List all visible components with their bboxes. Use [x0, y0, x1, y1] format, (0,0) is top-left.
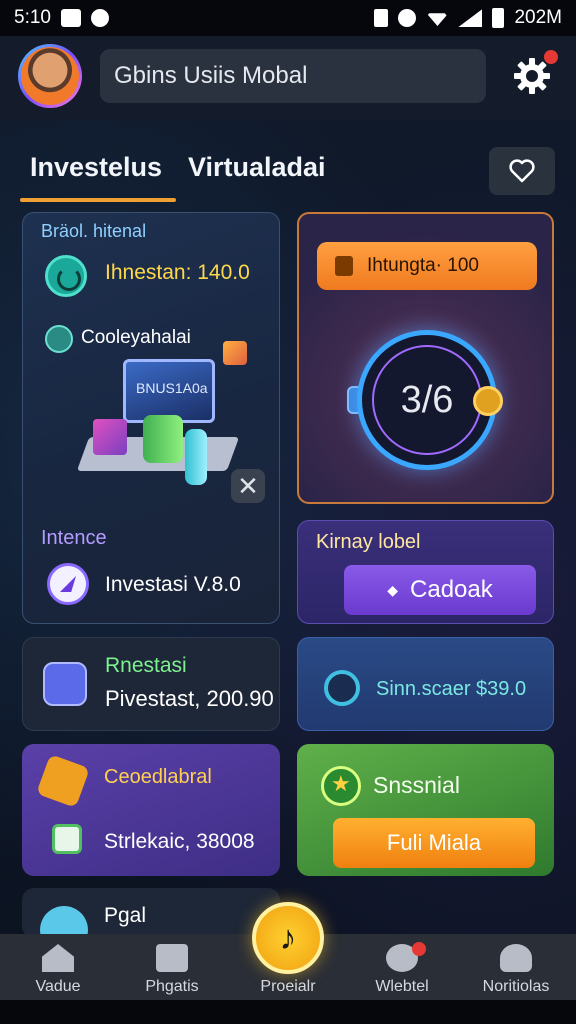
nav-profile[interactable]: Noritiolas	[466, 940, 566, 998]
status-right-text: 202M	[514, 7, 562, 28]
full-mode-button-label: Fuli Miala	[386, 830, 482, 855]
tab-virtualadai[interactable]: Virtualadai	[188, 152, 326, 183]
nav-profile-label: Noritiolas	[482, 978, 550, 995]
gamepad-icon	[156, 944, 188, 972]
cadoak-button-label: Cadoak	[410, 576, 493, 603]
progress-card[interactable]: Ihtungta· 100 3/6	[297, 212, 554, 504]
full-mode-button[interactable]: Fuli Miala	[333, 818, 535, 868]
status-time: 5:10	[14, 7, 51, 28]
heart-icon	[509, 159, 535, 183]
nav-messages-label: Wlebtel	[375, 978, 429, 995]
investment-card-main[interactable]: Bräol. hitenal Ihnestan: 140.0 Cooleyaha…	[22, 212, 280, 624]
database-icon	[143, 415, 183, 463]
unlock-pill-button[interactable]: Ihtungta· 100	[317, 242, 537, 290]
battery-icon	[492, 8, 505, 28]
card-d-value: Pivestast, 200.90	[105, 686, 274, 711]
home-icon	[42, 944, 74, 972]
cog-icon	[45, 325, 73, 353]
card-a-title: Bräol. hitenal	[41, 221, 147, 241]
card-c-title: Kirnay lobel	[316, 531, 421, 553]
plus-icon: ◆	[387, 581, 399, 598]
header-title: Gbins Usiis Mobal	[114, 62, 308, 89]
nav-games-label: Phgatis	[145, 978, 199, 995]
card-h-title: Pgal	[104, 904, 147, 927]
strategy-card[interactable]: Ceoedlabral Strlekaic, 38008	[22, 744, 280, 876]
edit-icon	[52, 824, 82, 854]
header-title-field[interactable]: Gbins Usiis Mobal	[100, 49, 486, 103]
app-header: Gbins Usiis Mobal	[0, 36, 576, 120]
card-f-value: Strlekaic, 38008	[104, 830, 255, 853]
user-icon	[500, 944, 532, 972]
wallet-icon	[43, 662, 87, 706]
special-card: Snssnial Fuli Miala	[297, 744, 554, 876]
settings-button[interactable]	[512, 50, 558, 96]
sim-icon	[374, 9, 389, 27]
cadoak-button[interactable]: ◆ Cadoak	[344, 565, 536, 615]
hotspot-icon	[398, 9, 417, 27]
progress-ring-inner	[372, 345, 482, 455]
record-icon	[90, 9, 109, 27]
puzzle-icon	[36, 754, 90, 808]
avatar[interactable]	[18, 44, 82, 108]
system-nav-bar	[0, 1000, 576, 1024]
wifi-icon	[426, 13, 449, 26]
box-icon	[93, 419, 127, 455]
music-note-icon: ♪	[279, 918, 297, 957]
star-icon	[321, 766, 361, 806]
active-tab-indicator	[20, 198, 176, 202]
nav-games[interactable]: Phgatis	[122, 940, 222, 998]
status-bar: 5:10 202M	[0, 0, 576, 36]
unlock-pill-label: Ihtungta· 100	[367, 255, 479, 276]
card-e-value: Sinn.scaer $39.0	[376, 678, 527, 700]
card-a-label: Cooleyahalai	[81, 327, 191, 348]
nav-messages[interactable]: Wlebtel	[352, 940, 452, 998]
settings-notification-dot	[544, 50, 558, 64]
investment-summary-card[interactable]: Rnestasi Pivestast, 200.90	[22, 637, 280, 731]
card-d-title: Rnestasi	[105, 654, 187, 677]
tab-bar: Investelus Virtualadai	[20, 140, 440, 206]
tab-investelus[interactable]: Investelus	[30, 152, 162, 183]
nav-home-label: Vadue	[35, 978, 81, 995]
laptop-screen: BNUS1A0a	[123, 359, 215, 423]
card-f-title: Ceoedlabral	[104, 766, 212, 788]
close-icon: ✕	[237, 470, 259, 501]
cylinder-icon	[185, 429, 207, 485]
refresh-icon	[45, 255, 87, 297]
laptop-screen-text: BNUS1A0a	[136, 380, 208, 396]
signal-icon	[458, 9, 483, 27]
lock-icon	[335, 256, 353, 276]
partial-card[interactable]: Pgal	[22, 888, 280, 938]
messages-notification-dot	[412, 942, 426, 956]
coin-icon	[473, 386, 503, 416]
card-a-version: Investasi V.8.0	[105, 573, 241, 596]
favorite-button[interactable]	[489, 147, 555, 195]
avatar-face	[21, 47, 79, 105]
center-action-button[interactable]: ♪	[252, 902, 324, 974]
gallery-icon	[60, 9, 81, 27]
card-g-title: Snssnial	[373, 772, 460, 798]
card-a-subtitle: Intence	[41, 527, 107, 549]
balance-card[interactable]: Sinn.scaer $39.0	[297, 637, 554, 731]
nav-center-label: Proeialr	[260, 978, 316, 995]
download-card: Kirnay lobel ◆ Cadoak	[297, 520, 554, 624]
close-button[interactable]: ✕	[231, 469, 265, 503]
rocket-icon	[47, 563, 89, 605]
card-a-value: Ihnestan: 140.0	[105, 261, 250, 284]
cube-icon	[223, 341, 247, 365]
stop-icon	[324, 670, 360, 706]
nav-home[interactable]: Vadue	[8, 940, 108, 998]
